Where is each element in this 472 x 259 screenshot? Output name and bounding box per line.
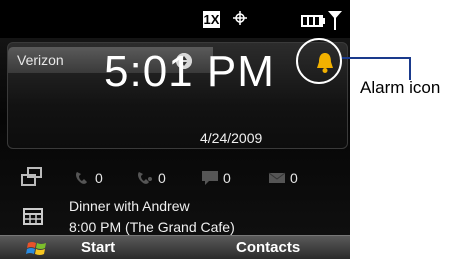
alarm-icon-label: Alarm icon xyxy=(360,78,441,97)
start-softkey[interactable]: Start xyxy=(81,239,115,256)
text-message-icon xyxy=(202,171,218,185)
windows-tiles-icon xyxy=(21,167,42,186)
voicemail-icon xyxy=(138,172,152,184)
appointment-detail[interactable]: 8:00 PM (The Grand Cafe) xyxy=(69,219,235,235)
windows-logo-icon[interactable] xyxy=(26,239,48,259)
softkey-bar: Start Contacts xyxy=(0,235,350,259)
email-icon xyxy=(268,172,286,183)
voicemail-count[interactable]: 0 xyxy=(136,169,176,187)
clock-date: 4/24/2009 xyxy=(200,130,263,146)
alarm-callout-circle xyxy=(296,38,342,84)
status-bar: 1X xyxy=(0,0,350,38)
contacts-softkey[interactable]: Contacts xyxy=(236,239,300,256)
clock-time[interactable]: 5:01 PM xyxy=(104,50,275,94)
phone-screen: 1X Verizon 5:01 PM 4/24/2009 0 0 0 0 Din… xyxy=(0,0,350,259)
missed-calls-count[interactable]: 0 xyxy=(73,169,113,187)
gps-icon xyxy=(233,11,247,25)
network-1x-indicator: 1X xyxy=(203,11,220,28)
carrier-label: Verizon xyxy=(17,52,64,68)
appointment-title[interactable]: Dinner with Andrew xyxy=(69,198,190,214)
text-messages-count[interactable]: 0 xyxy=(201,169,241,187)
email-count[interactable]: 0 xyxy=(268,169,308,187)
calendar-icon xyxy=(23,208,43,225)
missed-call-icon xyxy=(76,172,87,184)
battery-signal-icon xyxy=(301,11,342,30)
